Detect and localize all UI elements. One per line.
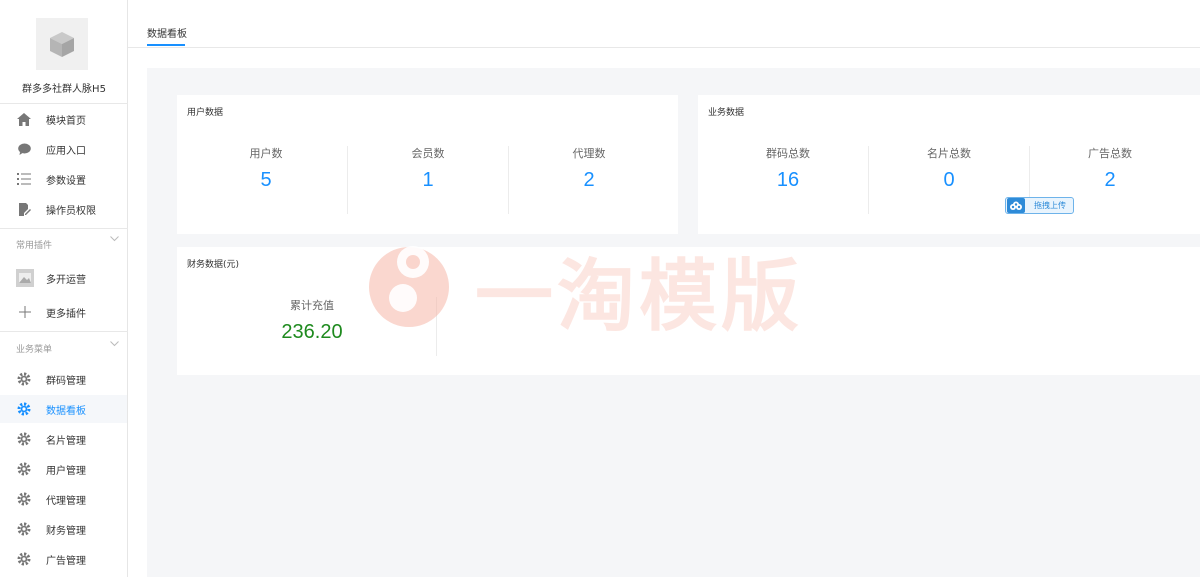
sidebar-item-ad-management[interactable]: 广告管理 [0,545,127,573]
stat-card-total: 名片总数 0 [869,145,1029,192]
stat-label: 名片总数 [927,147,971,160]
chevron-down-icon[interactable] [110,235,119,245]
card-title: 业务数据 [708,108,745,118]
card-title: 财务数据(元) [187,260,240,270]
sidebar-divider [0,103,128,104]
image-icon [16,269,34,287]
sidebar-item-operator-permissions[interactable]: 操作员权限 [0,195,127,223]
tab-data-dashboard[interactable]: 数据看板 [147,25,187,40]
sidebar-item-user-management[interactable]: 用户管理 [0,455,127,483]
gear-icon [17,372,31,386]
business-data-card: 业务数据 群码总数 16 名片总数 0 广告总数 2 拖拽上传 [698,95,1200,234]
edit-doc-icon [17,202,31,216]
group-title-plugins: 常用插件 [16,241,53,251]
sidebar-item-finance-management[interactable]: 财务管理 [0,515,127,543]
stat-value: 16 [776,169,800,191]
cube-icon [50,32,74,57]
list-icon [17,172,31,186]
sidebar-item-label: 操作员权限 [46,205,96,217]
stat-label: 用户数 [249,147,283,160]
top-tab-bar: 数据看板 [128,0,1200,48]
stat-member-count: 会员数 1 [348,145,508,192]
gear-icon [17,432,31,446]
stat-value: 2 [583,169,595,191]
group-title-business: 业务菜单 [16,345,53,355]
stat-label: 广告总数 [1088,147,1132,160]
dashboard-content: 用户数据 用户数 5 会员数 1 代理数 2 业务数据 群码总数 16 名片总数… [147,68,1200,577]
sidebar-divider [0,331,128,332]
sidebar-item-more-plugins[interactable]: 更多插件 [0,296,127,328]
sidebar-item-label: 数据看板 [46,405,86,417]
finance-data-card: 财务数据(元) 累计充值 236.20 [177,247,1200,375]
sidebar-item-label: 广告管理 [46,555,86,567]
sidebar-item-module-home[interactable]: 模块首页 [0,105,127,133]
stat-value: 236.20 [281,321,343,343]
stat-label: 代理数 [572,147,606,160]
sidebar-item-label: 多开运营 [46,274,86,286]
sidebar-item-label: 更多插件 [46,308,86,320]
home-icon [17,112,31,126]
sidebar-item-label: 财务管理 [46,525,86,537]
stat-value: 2 [1104,169,1116,191]
sidebar-item-label: 群码管理 [46,375,86,387]
gear-icon [17,492,31,506]
stat-value: 1 [422,169,434,191]
app-logo [36,18,88,70]
stat-label: 群码总数 [766,147,810,160]
gear-icon [17,522,31,536]
stat-divider [436,297,437,356]
sidebar-item-label: 模块首页 [46,115,86,127]
sidebar: 群多多社群人脉H5 模块首页 应用入口 参数设置 操作员权限 常用插件 多开运营… [0,0,128,577]
gear-icon [17,552,31,566]
plus-icon [16,303,34,321]
sidebar-item-group-code[interactable]: 群码管理 [0,365,127,393]
stat-group-code-total: 群码总数 16 [708,145,868,192]
stat-value: 5 [260,169,272,191]
stat-label: 累计充值 [290,299,334,312]
tab-active-indicator [147,44,185,46]
sidebar-item-label: 应用入口 [46,145,86,157]
gear-icon [17,462,31,476]
stat-label: 会员数 [411,147,445,160]
sidebar-item-data-dashboard[interactable]: 数据看板 [0,395,127,423]
user-data-card: 用户数据 用户数 5 会员数 1 代理数 2 [177,95,678,234]
chevron-down-icon[interactable] [110,340,119,350]
sidebar-item-multi-operation[interactable]: 多开运营 [0,262,127,294]
stat-ad-total: 广告总数 2 [1030,145,1190,192]
gear-icon [17,402,31,416]
drag-upload-button[interactable]: 拖拽上传 [1005,197,1074,214]
sidebar-item-card-management[interactable]: 名片管理 [0,425,127,453]
stat-value: 0 [943,169,955,191]
sidebar-divider [0,228,128,229]
app-root: 群多多社群人脉H5 模块首页 应用入口 参数设置 操作员权限 常用插件 多开运营… [0,0,1200,577]
chat-icon [17,142,31,156]
cloud-icon [1007,198,1025,213]
sidebar-item-label: 名片管理 [46,435,86,447]
sidebar-item-label: 参数设置 [46,175,86,187]
card-title: 用户数据 [187,108,224,118]
sidebar-item-settings[interactable]: 参数设置 [0,165,127,193]
sidebar-item-label: 用户管理 [46,465,86,477]
stat-user-count: 用户数 5 [186,145,346,192]
sidebar-item-app-entry[interactable]: 应用入口 [0,135,127,163]
upload-label: 拖拽上传 [1034,201,1066,210]
sidebar-item-label: 代理管理 [46,495,86,507]
stat-agent-count: 代理数 2 [509,145,669,192]
stat-total-recharge: 累计充值 236.20 [232,297,392,344]
app-name: 群多多社群人脉H5 [22,84,106,95]
sidebar-item-agent-management[interactable]: 代理管理 [0,485,127,513]
